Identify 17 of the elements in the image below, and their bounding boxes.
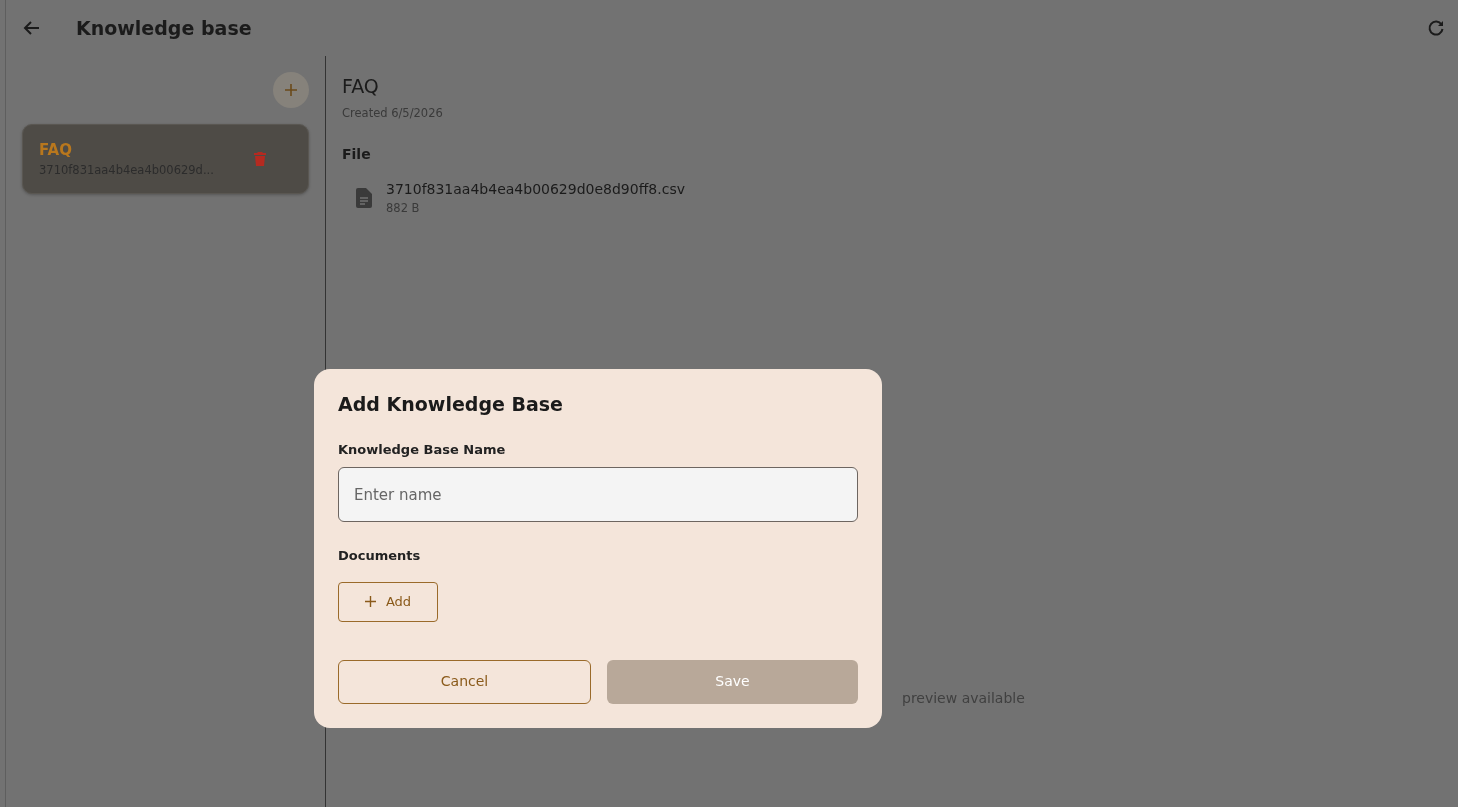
detail-title: FAQ (342, 74, 380, 99)
file-heading: File (342, 144, 372, 164)
cancel-button[interactable]: Cancel (338, 659, 591, 704)
field-label: Knowledge Base Name (338, 440, 507, 459)
document-icon (356, 187, 372, 208)
name-field[interactable]: Enter name (338, 467, 858, 523)
file-name: 3710f831aa4b4ea4b00629d0e8d90ff8.csv (386, 179, 685, 199)
dialog-title: Add Knowledge Base (338, 393, 564, 416)
created-date: Created 6/5/2026 (342, 104, 444, 122)
page-title: Knowledge base (76, 15, 252, 41)
refresh-icon[interactable] (1426, 18, 1446, 38)
plus-icon (364, 596, 376, 608)
plus-icon (284, 83, 298, 97)
add-document-button[interactable]: Add (338, 581, 438, 622)
file-size: 882 B (386, 199, 421, 217)
card-title: FAQ (39, 140, 73, 161)
documents-label: Documents (338, 547, 422, 566)
